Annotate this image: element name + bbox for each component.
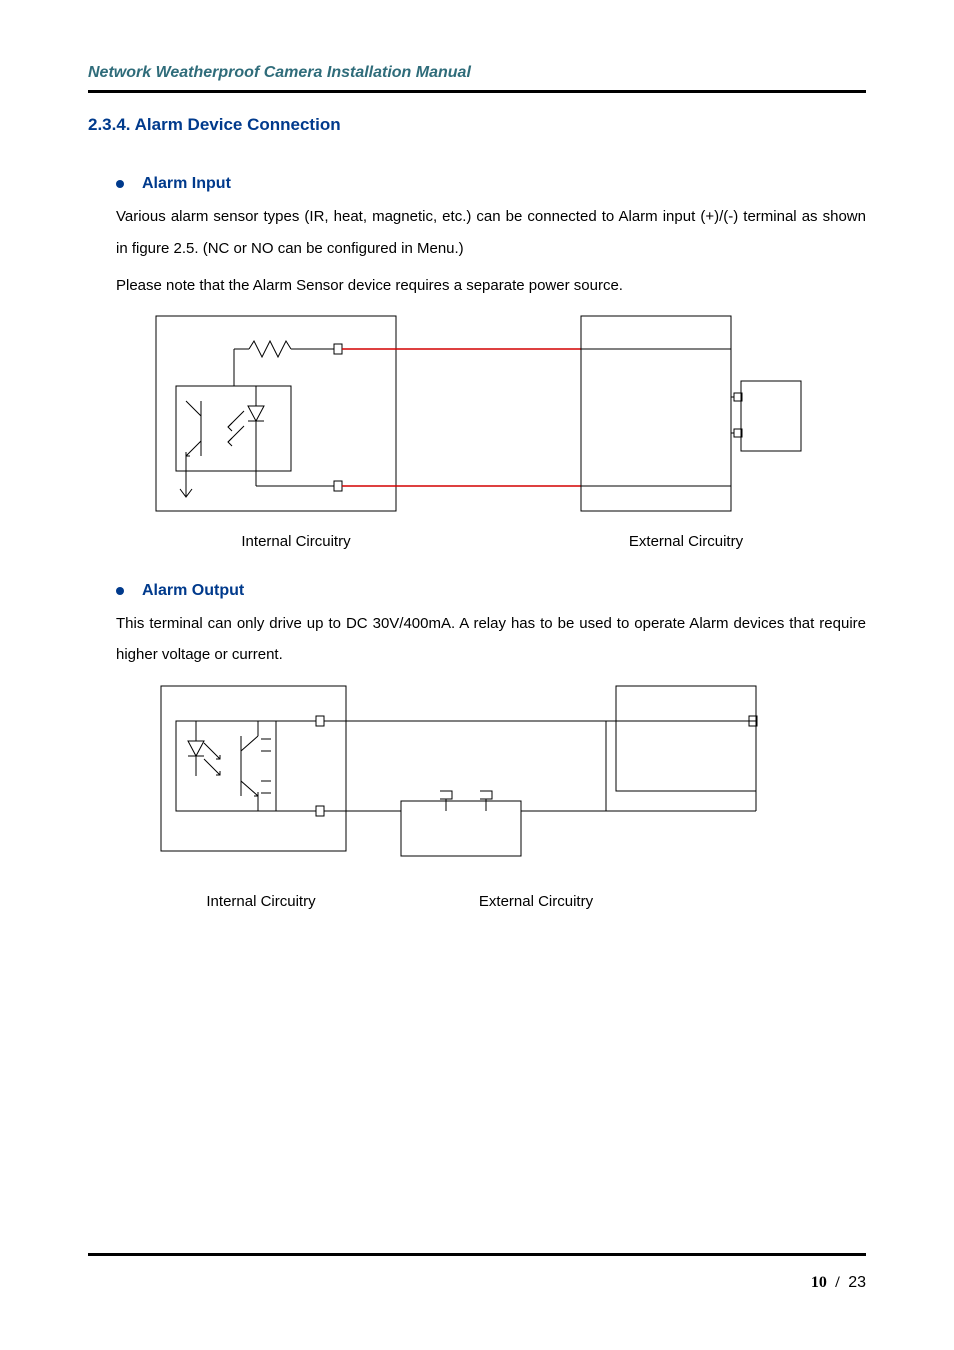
alarm-output-heading-row: Alarm Output [116, 582, 866, 600]
page-number: 10 / 23 [811, 1274, 866, 1292]
caption-internal-circuitry: Internal Circuitry [156, 893, 366, 910]
alarm-input-circuit-svg [116, 311, 836, 521]
section-heading: Alarm Device Connection [135, 115, 341, 134]
footer-rule [88, 1253, 866, 1256]
page: Network Weatherproof Camera Installation… [0, 0, 954, 1350]
bullet-icon [116, 587, 124, 595]
alarm-output-paragraph-1: This terminal can only drive up to DC 30… [116, 608, 866, 671]
content-body: Alarm Input Various alarm sensor types (… [88, 175, 866, 910]
document-header: Network Weatherproof Camera Installation… [88, 64, 866, 93]
alarm-input-paragraph-1: Various alarm sensor types (IR, heat, ma… [116, 201, 866, 264]
alarm-input-captions: Internal Circuitry External Circuitry [116, 533, 866, 550]
section-number: 2.3.4. [88, 115, 131, 134]
section-title: 2.3.4. Alarm Device Connection [88, 115, 866, 135]
alarm-input-heading-row: Alarm Input [116, 175, 866, 193]
alarm-output-captions: Internal Circuitry External Circuitry [116, 893, 866, 910]
alarm-input-heading: Alarm Input [142, 175, 231, 193]
caption-external-circuitry: External Circuitry [586, 533, 786, 550]
bullet-icon [116, 180, 124, 188]
alarm-output-heading: Alarm Output [142, 582, 244, 600]
caption-external-circuitry: External Circuitry [436, 893, 636, 910]
alarm-output-circuit-svg [116, 681, 836, 881]
alarm-input-diagram [116, 311, 866, 521]
page-total: 23 [848, 1274, 866, 1291]
caption-internal-circuitry: Internal Circuitry [156, 533, 436, 550]
page-separator: / [835, 1274, 839, 1291]
alarm-output-diagram [116, 681, 866, 881]
alarm-input-paragraph-2: Please note that the Alarm Sensor device… [116, 272, 866, 301]
page-current: 10 [811, 1274, 827, 1291]
